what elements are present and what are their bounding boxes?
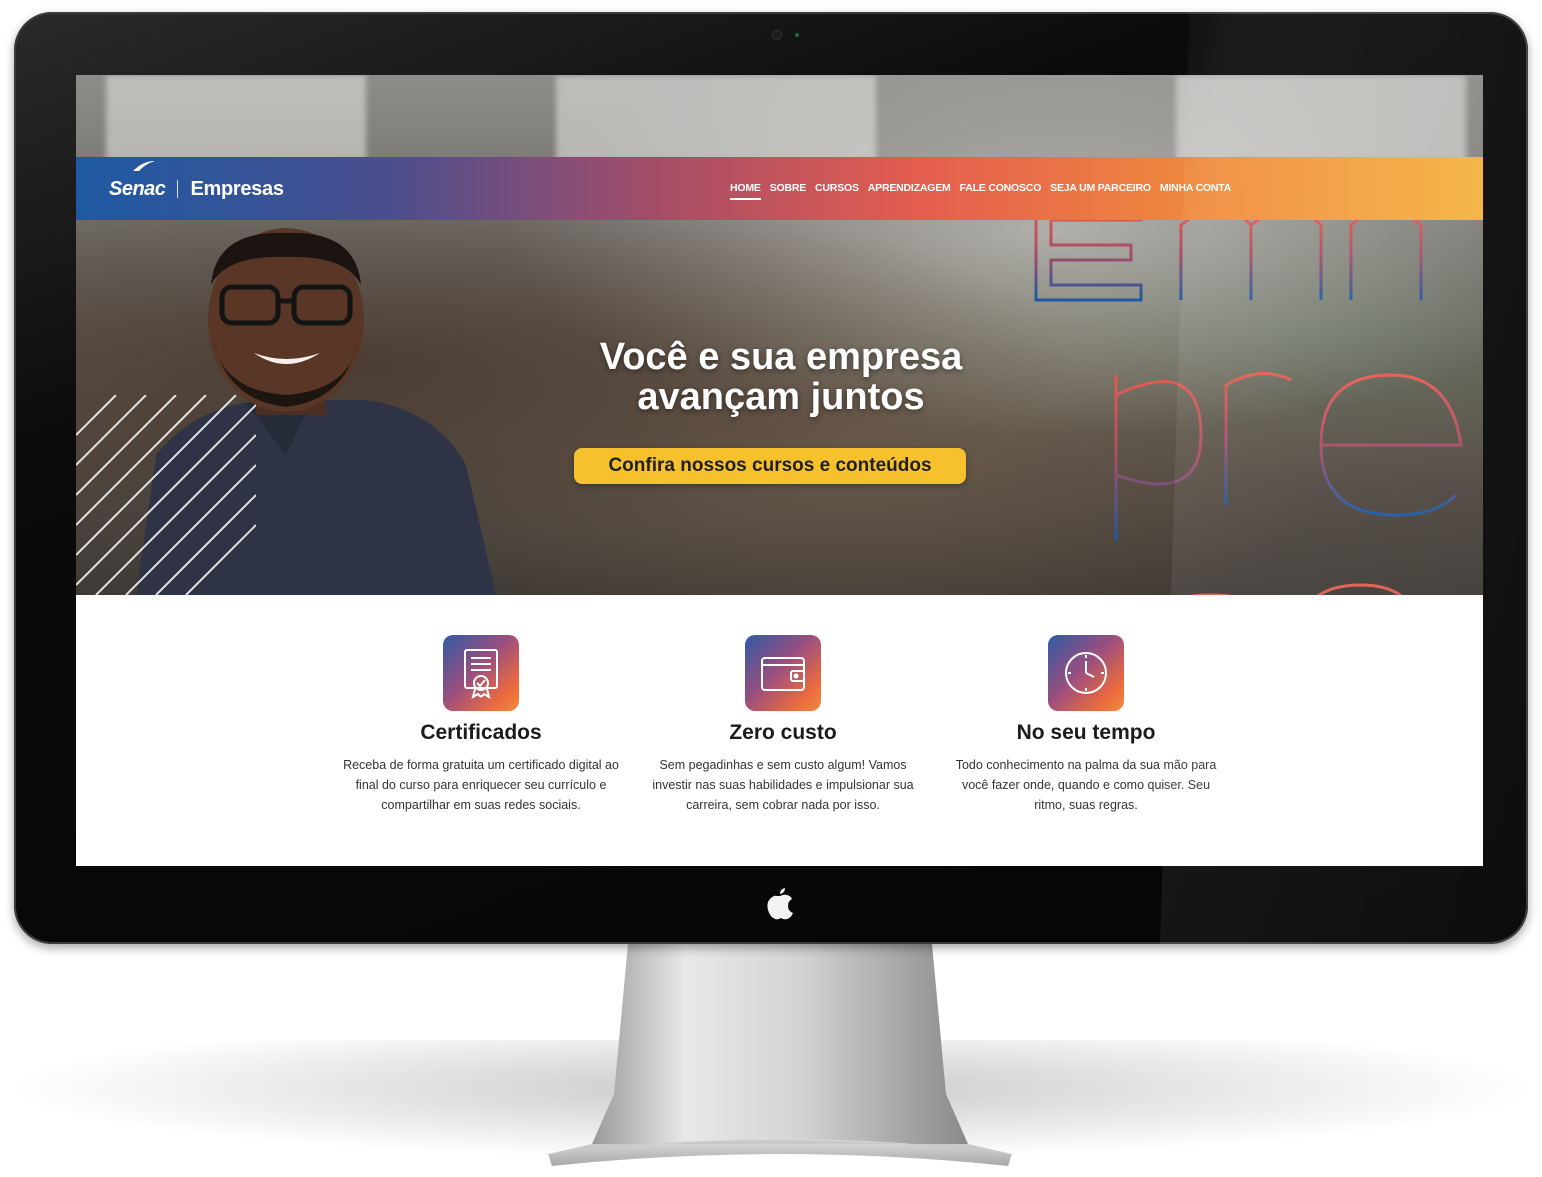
clock-icon <box>1048 635 1124 711</box>
certificate-icon <box>443 635 519 711</box>
brand-logo: Senac <box>109 177 166 200</box>
nav-item-fale-conosco[interactable]: FALE CONOSCO <box>960 182 1042 200</box>
decorative-stripes <box>76 395 256 595</box>
hero-title-line-2: avançam juntos <box>637 376 925 418</box>
top-navbar: Senac Empresas HOME SOBRE CURSOS APRENDI… <box>76 157 1483 220</box>
main-nav: HOME SOBRE CURSOS APRENDIZAGEM FALE CONO… <box>730 182 1231 200</box>
brand-name: Empresas <box>190 177 284 200</box>
camera <box>773 31 781 39</box>
features-section: Certificados Receba de forma gratuita um… <box>76 595 1483 866</box>
nav-item-home[interactable]: HOME <box>730 182 761 200</box>
screen: Senac Empresas HOME SOBRE CURSOS APRENDI… <box>76 75 1483 866</box>
feature-card-zero-custo: Zero custo Sem pegadinhas e sem custo al… <box>633 635 933 815</box>
feature-text: Sem pegadinhas e sem custo algum! Vamos … <box>652 758 914 812</box>
outline-background-word <box>1034 205 1463 595</box>
nav-item-cursos[interactable]: CURSOS <box>815 182 859 200</box>
monitor-stand <box>548 944 1012 1166</box>
feature-title: Zero custo <box>729 721 837 744</box>
brand[interactable]: Senac Empresas <box>109 161 284 207</box>
apple-logo-icon <box>764 886 796 922</box>
feature-card-no-seu-tempo: No seu tempo Todo conhecimento na palma … <box>936 635 1236 815</box>
brand-separator <box>177 180 179 198</box>
background-window <box>556 75 876 161</box>
senac-swoosh-icon <box>133 161 155 171</box>
background-window <box>106 75 366 161</box>
cta-button[interactable]: Confira nossos cursos e conteúdos <box>574 448 966 484</box>
feature-title: No seu tempo <box>1016 721 1156 744</box>
feature-title: Certificados <box>420 721 542 744</box>
wallet-icon <box>745 635 821 711</box>
hero-section: Senac Empresas HOME SOBRE CURSOS APRENDI… <box>76 75 1483 595</box>
feature-text: Receba de forma gratuita um certificado … <box>343 758 619 812</box>
feature-card-certificados: Certificados Receba de forma gratuita um… <box>331 635 631 815</box>
nav-item-sobre[interactable]: SOBRE <box>770 182 807 200</box>
hero-title-line-1: Você e sua empresa <box>599 336 963 378</box>
hero-title: Você e sua empresa avançam juntos <box>516 337 1046 417</box>
nav-item-aprendizagem[interactable]: APRENDIZAGEM <box>868 182 951 200</box>
camera-indicator <box>795 33 799 37</box>
background-window <box>1176 75 1466 161</box>
nav-item-seja-um-parceiro[interactable]: SEJA UM PARCEIRO <box>1050 182 1151 200</box>
feature-text: Todo conhecimento na palma da sua mão pa… <box>955 758 1217 812</box>
nav-item-minha-conta[interactable]: MINHA CONTA <box>1160 182 1231 200</box>
